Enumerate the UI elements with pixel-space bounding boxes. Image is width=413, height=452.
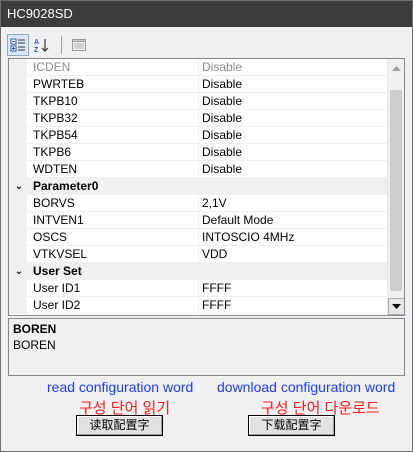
property-value[interactable]: Disable (202, 76, 242, 93)
property-name: TKPB54 (33, 128, 78, 142)
column-divider (198, 59, 199, 76)
property-row[interactable]: ICDEN Disable (9, 59, 388, 76)
row-gutter (9, 297, 27, 314)
property-name: PWRTEB (33, 77, 85, 91)
collapse-chevron-icon[interactable]: ⌄ (13, 178, 25, 195)
column-divider (198, 212, 199, 229)
property-row[interactable]: TKPB10 Disable (9, 93, 388, 110)
row-gutter (9, 212, 27, 229)
window-title: HC9028SD (1, 1, 412, 27)
row-gutter (9, 59, 27, 76)
property-value[interactable]: Disable (202, 59, 242, 76)
row-gutter (9, 76, 27, 93)
property-name: TKPB6 (33, 145, 72, 159)
property-name: WDTEN (33, 162, 77, 176)
categorized-icon (10, 38, 25, 52)
toolbar-separator (61, 36, 62, 54)
categorized-view-button[interactable] (7, 34, 29, 56)
property-grid[interactable]: ICDEN Disable PWRTEB Disable TKPB10 Disable TK… (8, 58, 405, 316)
property-row[interactable]: TKPB54 Disable (9, 127, 388, 144)
column-divider (198, 110, 199, 127)
sort-alphabetical-icon: A Z (34, 39, 49, 53)
property-row[interactable]: User ID1 FFFF (9, 280, 388, 297)
property-row[interactable]: INTVEN1 Default Mode (9, 212, 388, 229)
property-row[interactable]: VTKVSEL VDD (9, 246, 388, 263)
property-row[interactable]: OSCS INTOSCIO 4MHz (9, 229, 388, 246)
vertical-scrollbar[interactable] (387, 59, 404, 315)
property-row[interactable]: BORVS 2,1V (9, 195, 388, 212)
property-value[interactable]: Disable (202, 144, 242, 161)
row-gutter (9, 229, 27, 246)
scrollbar-thumb[interactable] (390, 90, 402, 291)
property-row[interactable]: TKPB6 Disable (9, 144, 388, 161)
svg-text:Z: Z (34, 47, 39, 53)
property-name: User ID2 (33, 298, 81, 312)
category-name: User Set (33, 264, 82, 278)
column-divider (198, 246, 199, 263)
read-annotation-en: read configuration word (47, 379, 194, 395)
column-divider (198, 144, 199, 161)
download-annotation-en: download configuration word (217, 379, 396, 395)
property-value[interactable]: Disable (202, 161, 242, 178)
category-name: Parameter0 (33, 179, 99, 193)
property-window: HC9028SD A Z ICDEN Disable PWRTEB Disabl… (0, 0, 413, 452)
property-value[interactable]: Default Mode (202, 212, 273, 229)
arrow-up-icon (392, 65, 401, 71)
property-row[interactable]: PWRTEB Disable (9, 76, 388, 93)
column-divider (198, 161, 199, 178)
property-pages-button[interactable] (68, 34, 90, 56)
category-row[interactable]: ⌄ Parameter0 (9, 178, 388, 195)
category-row[interactable]: ⌄ User Set (9, 263, 388, 280)
row-gutter (9, 93, 27, 110)
property-value[interactable]: INTOSCIO 4MHz (202, 229, 294, 246)
description-panel: BOREN BOREN (8, 318, 405, 376)
property-pages-icon (72, 39, 86, 51)
property-value[interactable]: Disable (202, 93, 242, 110)
property-row[interactable]: User ID2 FFFF (9, 297, 388, 314)
column-divider (198, 297, 199, 314)
column-divider (198, 229, 199, 246)
scroll-up-button[interactable] (388, 59, 404, 76)
property-value[interactable]: FFFF (202, 280, 231, 297)
arrow-down-icon (392, 303, 401, 309)
column-divider (198, 93, 199, 110)
property-name: BORVS (33, 196, 75, 210)
property-name: OSCS (33, 230, 68, 244)
svg-text:A: A (34, 39, 39, 46)
property-name: TKPB10 (33, 94, 78, 108)
description-title: BOREN (13, 322, 57, 336)
row-gutter (9, 127, 27, 144)
property-value[interactable]: Disable (202, 127, 242, 144)
property-value[interactable]: 2,1V (202, 195, 227, 212)
scroll-down-button[interactable] (388, 298, 404, 315)
property-value[interactable]: VDD (202, 246, 227, 263)
column-divider (198, 280, 199, 297)
property-name: ICDEN (33, 60, 71, 74)
column-divider (198, 195, 199, 212)
property-row[interactable]: WDTEN Disable (9, 161, 388, 178)
alphabetical-sort-button[interactable]: A Z (31, 34, 53, 56)
row-gutter (9, 144, 27, 161)
property-toolbar: A Z (7, 34, 92, 56)
row-gutter (9, 195, 27, 212)
row-gutter (9, 110, 27, 127)
property-name: INTVEN1 (33, 213, 84, 227)
property-name: User ID1 (33, 281, 81, 295)
property-value[interactable]: Disable (202, 110, 242, 127)
download-config-button[interactable]: 下载配置字 (248, 415, 335, 436)
column-divider (198, 76, 199, 93)
property-name: TKPB32 (33, 111, 78, 125)
property-grid-rows: ICDEN Disable PWRTEB Disable TKPB10 Disable TK… (9, 59, 388, 314)
property-name: VTKVSEL (33, 247, 88, 261)
property-row[interactable]: TKPB32 Disable (9, 110, 388, 127)
row-gutter (9, 246, 27, 263)
property-value[interactable]: FFFF (202, 297, 231, 314)
collapse-chevron-icon[interactable]: ⌄ (13, 263, 25, 280)
column-divider (198, 127, 199, 144)
description-text: BOREN (13, 338, 56, 352)
read-config-button[interactable]: 读取配置字 (76, 415, 163, 436)
row-gutter (9, 280, 27, 297)
row-gutter (9, 161, 27, 178)
